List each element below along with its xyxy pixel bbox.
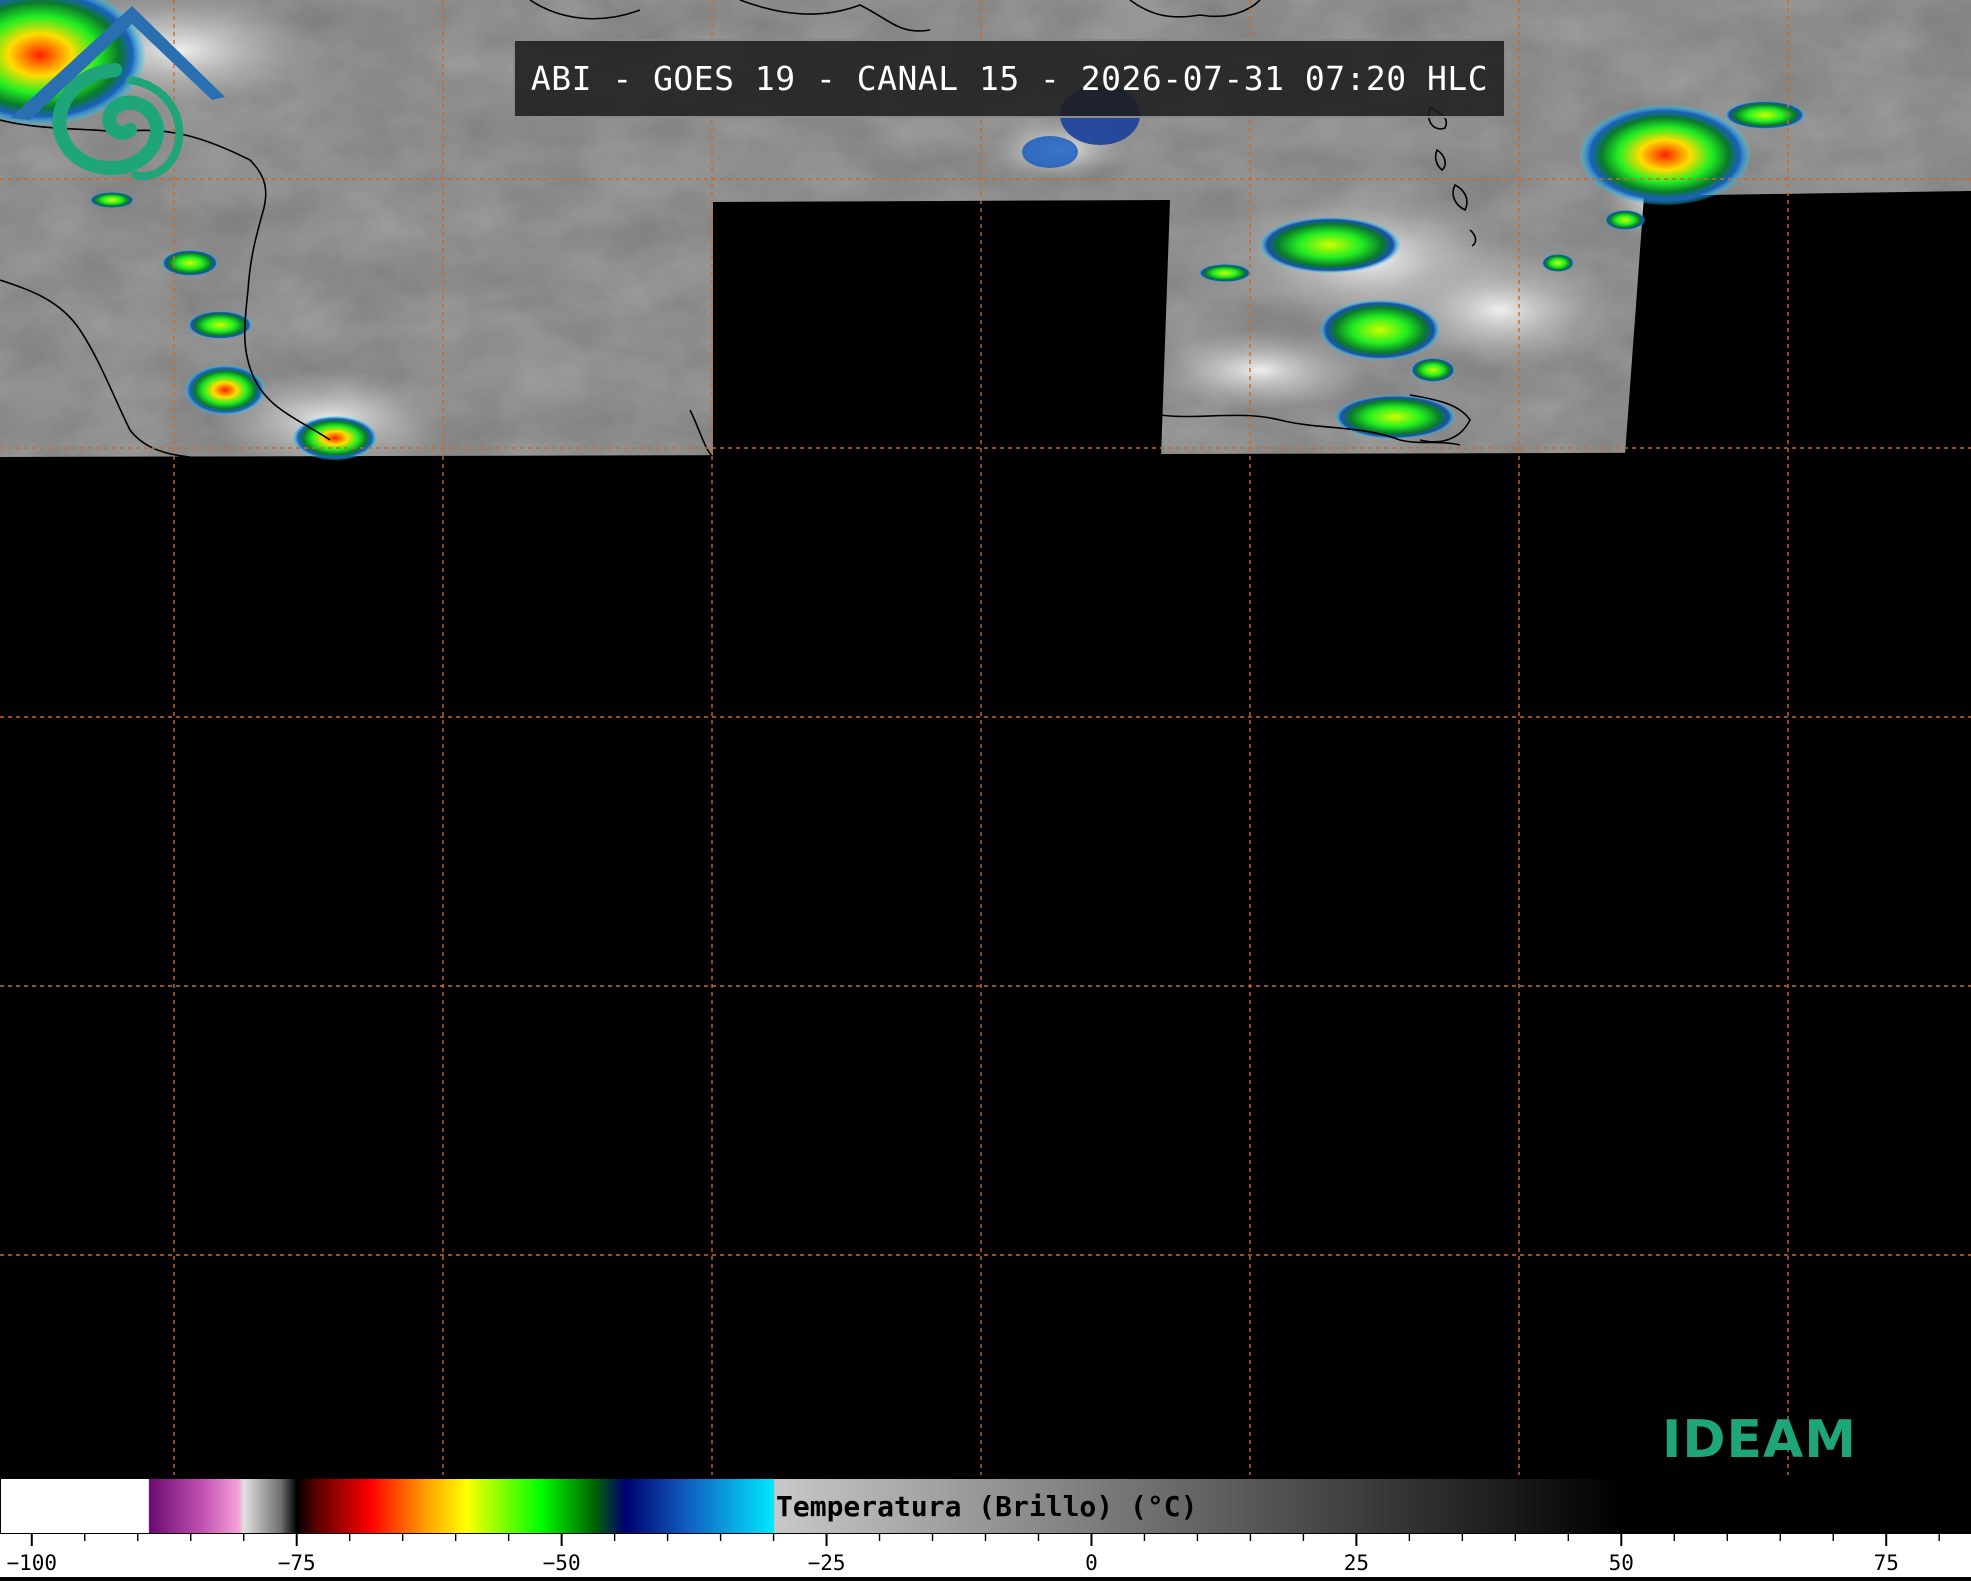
logo-text: IDEAM (1662, 1410, 1858, 1470)
tick-label: −75 (277, 1551, 316, 1575)
map-title: ABI - GOES 19 - CANAL 15 - 2026-07-31 07… (530, 59, 1489, 98)
tick-label: −25 (807, 1551, 846, 1575)
tick-label: 25 (1343, 1551, 1370, 1575)
tick-label: 50 (1608, 1551, 1634, 1575)
tick-label: −100 (6, 1551, 58, 1575)
ideam-logo-icon (10, 6, 225, 181)
tick-label: 0 (1085, 1551, 1098, 1575)
tick-label: −50 (542, 1551, 581, 1575)
title-banner: ABI - GOES 19 - CANAL 15 - 2026-07-31 07… (513, 39, 1506, 118)
colorbar-label: Temperatura (Brillo) (°C) (776, 1490, 1198, 1523)
satellite-map[interactable]: ABI - GOES 19 - CANAL 15 - 2026-07-31 07… (0, 0, 1971, 1475)
satellite-image (0, 0, 1971, 1475)
tick-label: 75 (1873, 1551, 1899, 1575)
